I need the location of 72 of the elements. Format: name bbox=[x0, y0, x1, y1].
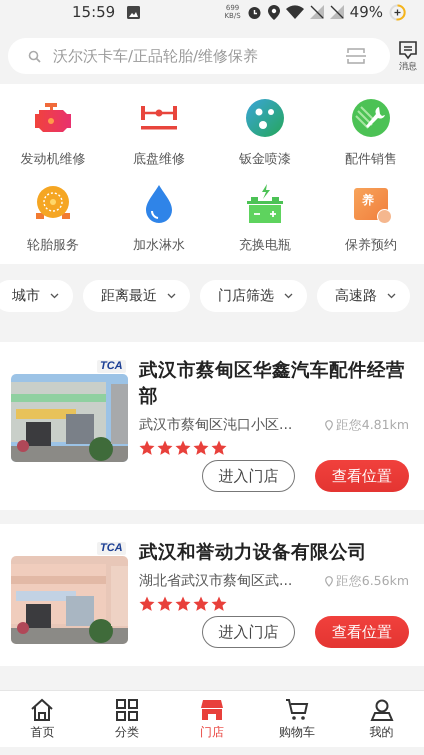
category-label[interactable]: 充换电瓶 bbox=[239, 236, 291, 254]
filter-dropdown[interactable]: 高速路 bbox=[317, 280, 410, 312]
star-icon bbox=[211, 596, 227, 612]
image-icon bbox=[127, 6, 140, 18]
brand-logo: TCA bbox=[97, 360, 126, 373]
grid-icon bbox=[115, 698, 140, 722]
store-card[interactable]: TCA 武汉市蔡甸区华鑫汽车配件经营部 武汉市蔡甸区沌口小区... 距您4.81km 进入门店 查看位置 bbox=[0, 342, 424, 510]
wrench-icon[interactable] bbox=[352, 98, 390, 138]
category-label[interactable]: 加水淋水 bbox=[133, 236, 185, 254]
star-icon bbox=[157, 440, 173, 456]
star-icon bbox=[139, 596, 155, 612]
category-label[interactable]: 配件销售 bbox=[345, 150, 397, 168]
home-icon bbox=[30, 698, 54, 722]
category-label[interactable]: 轮胎服务 bbox=[27, 236, 79, 254]
chevron-down-icon bbox=[284, 293, 293, 299]
tab-bar-item[interactable]: 门店 bbox=[170, 691, 254, 747]
tab-bar-item[interactable]: 首页 bbox=[0, 691, 85, 747]
alarm-icon bbox=[246, 4, 262, 20]
enter-store-button[interactable]: 进入门店 bbox=[202, 616, 295, 648]
no-sim-icon bbox=[310, 5, 324, 19]
store-address: 武汉市蔡甸区沌口小区... bbox=[139, 416, 294, 434]
star-icon bbox=[157, 596, 173, 612]
category-label[interactable]: 发动机维修 bbox=[20, 150, 86, 168]
star-icon bbox=[175, 440, 191, 456]
store-icon bbox=[200, 698, 224, 722]
location-pin-icon bbox=[324, 576, 333, 586]
store-address: 湖北省武汉市蔡甸区武... bbox=[139, 572, 294, 590]
store-card[interactable]: TCA 武汉和誉动力设备有限公司 湖北省武汉市蔡甸区武... 距您6.56km 进入门店 查看位置 bbox=[0, 524, 424, 666]
tab-bar-item[interactable]: 分类 bbox=[84, 691, 170, 747]
chevron-down-icon bbox=[167, 293, 176, 299]
search-field[interactable]: 沃尔沃卡车/正品轮胎/维修保养 bbox=[8, 38, 390, 74]
enter-store-button[interactable]: 进入门店 bbox=[202, 460, 295, 492]
star-icon bbox=[193, 440, 209, 456]
battery-icon[interactable] bbox=[245, 184, 285, 224]
messages-label[interactable]: 消息 bbox=[399, 60, 417, 72]
store-name[interactable]: 武汉市蔡甸区华鑫汽车配件经营部 bbox=[139, 358, 409, 410]
water-drop-icon[interactable] bbox=[143, 184, 175, 224]
wifi-icon bbox=[286, 5, 304, 19]
star-icon bbox=[139, 440, 155, 456]
status-time: 15:59 bbox=[72, 3, 116, 21]
no-sim-icon bbox=[330, 5, 344, 19]
filter-dropdown[interactable]: 距离最近 bbox=[83, 280, 190, 312]
store-distance: 距您4.81km bbox=[336, 416, 409, 434]
brand-logo: TCA bbox=[97, 542, 126, 555]
message-icon[interactable] bbox=[398, 40, 418, 60]
battery-icon bbox=[389, 4, 406, 20]
view-location-button[interactable]: 查看位置 bbox=[315, 616, 409, 648]
battery-percent: 49% bbox=[350, 3, 383, 21]
store-distance: 距您6.56km bbox=[336, 572, 409, 590]
view-location-button[interactable]: 查看位置 bbox=[315, 460, 409, 492]
star-icon bbox=[175, 596, 191, 612]
search-icon bbox=[28, 50, 41, 62]
category-label[interactable]: 保养预约 bbox=[345, 236, 397, 254]
search-input[interactable]: 沃尔沃卡车/正品轮胎/维修保养 bbox=[51, 46, 336, 66]
store-name[interactable]: 武汉和誉动力设备有限公司 bbox=[139, 540, 409, 566]
filter-dropdown[interactable]: 门店筛选 bbox=[200, 280, 307, 312]
chevron-down-icon bbox=[387, 293, 396, 299]
tab-bar-item[interactable]: 购物车 bbox=[254, 691, 340, 747]
location-icon bbox=[268, 4, 280, 20]
star-icon bbox=[193, 596, 209, 612]
icon-label: 养 bbox=[362, 192, 374, 208]
category-label[interactable]: 底盘维修 bbox=[133, 150, 185, 168]
scan-icon[interactable] bbox=[346, 47, 366, 65]
chevron-down-icon bbox=[50, 293, 59, 299]
filter-dropdown[interactable]: 城市 bbox=[0, 280, 73, 312]
tab-bar-item[interactable]: 我的 bbox=[339, 691, 424, 747]
category-label[interactable]: 钣金喷漆 bbox=[239, 150, 291, 168]
person-icon bbox=[370, 698, 394, 722]
cart-icon bbox=[284, 698, 309, 722]
star-icon bbox=[211, 440, 227, 456]
paint-palette-icon[interactable] bbox=[246, 98, 284, 138]
location-pin-icon bbox=[324, 420, 333, 430]
